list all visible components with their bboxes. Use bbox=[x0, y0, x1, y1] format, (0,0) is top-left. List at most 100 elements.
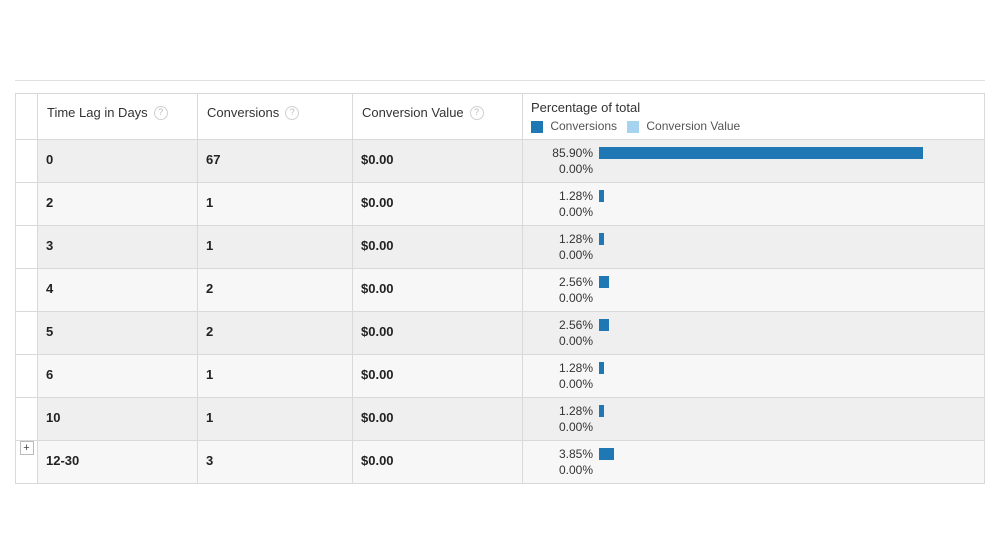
cell-conversion-value: $0.00 bbox=[353, 269, 523, 312]
col-time-lag-header[interactable]: Time Lag in Days ? bbox=[38, 94, 198, 140]
legend-item-conversions: Conversions bbox=[531, 119, 617, 133]
pct-label: 1.28% bbox=[531, 189, 593, 203]
pct-bar-track bbox=[599, 421, 976, 433]
cell-conversions: 1 bbox=[198, 183, 353, 226]
expand-cell bbox=[16, 226, 38, 269]
col-conversions-label: Conversions bbox=[207, 105, 279, 120]
expand-cell bbox=[16, 269, 38, 312]
pct-row: 2.56% bbox=[531, 318, 976, 332]
legend-label-conversion-value: Conversion Value bbox=[646, 119, 740, 133]
help-icon[interactable]: ? bbox=[154, 106, 168, 120]
cell-time-lag: 3 bbox=[38, 226, 198, 269]
bar-conversions bbox=[599, 405, 604, 417]
cell-time-lag: 5 bbox=[38, 312, 198, 355]
pct-label: 2.56% bbox=[531, 318, 593, 332]
pct-label: 85.90% bbox=[531, 146, 593, 160]
pct-bar-track bbox=[599, 405, 976, 417]
pct-row: 0.00% bbox=[531, 291, 976, 305]
pct-bar-track bbox=[599, 362, 976, 374]
cell-conversions: 1 bbox=[198, 398, 353, 441]
pct-bar-track bbox=[599, 147, 976, 159]
pct-label: 0.00% bbox=[531, 162, 593, 176]
col-time-lag-label: Time Lag in Days bbox=[47, 105, 148, 120]
expand-cell bbox=[16, 312, 38, 355]
bar-conversions bbox=[599, 448, 614, 460]
legend-swatch-conversions bbox=[531, 121, 543, 133]
cell-percentage: 2.56% 0.00% bbox=[523, 312, 985, 355]
bar-conversions bbox=[599, 362, 604, 374]
help-icon[interactable]: ? bbox=[470, 106, 484, 120]
table-row: 52$0.00 2.56% 0.00% bbox=[16, 312, 985, 355]
cell-percentage: 3.85% 0.00% bbox=[523, 441, 985, 484]
cell-time-lag: 4 bbox=[38, 269, 198, 312]
time-lag-report: Time Lag in Days ? Conversions ? Convers… bbox=[0, 0, 1000, 484]
pct-label: 1.28% bbox=[531, 361, 593, 375]
table-row: 61$0.001.28%0.00% bbox=[16, 355, 985, 398]
expand-cell bbox=[16, 398, 38, 441]
pct-row: 3.85% bbox=[531, 447, 976, 461]
cell-conversion-value: $0.00 bbox=[353, 355, 523, 398]
bar-conversions bbox=[599, 319, 609, 331]
legend-label-conversions: Conversions bbox=[550, 119, 617, 133]
cell-conversions: 1 bbox=[198, 226, 353, 269]
pct-label: 0.00% bbox=[531, 205, 593, 219]
cell-percentage: 1.28% 0.00% bbox=[523, 398, 985, 441]
cell-conversions: 2 bbox=[198, 269, 353, 312]
cell-time-lag: 10 bbox=[38, 398, 198, 441]
cell-conversion-value: $0.00 bbox=[353, 398, 523, 441]
expand-cell bbox=[16, 183, 38, 226]
cell-conversions: 1 bbox=[198, 355, 353, 398]
cell-percentage: 1.28% 0.00% bbox=[523, 226, 985, 269]
pct-bar-track bbox=[599, 378, 976, 390]
cell-conversion-value: $0.00 bbox=[353, 441, 523, 484]
table-row: 067$0.00 85.90% 0.00% bbox=[16, 140, 985, 183]
pct-row: 1.28% bbox=[531, 361, 976, 375]
col-pct-header: Percentage of total Conversions Conversi… bbox=[523, 94, 985, 140]
pct-label: 1.28% bbox=[531, 404, 593, 418]
bar-conversions bbox=[599, 233, 604, 245]
table-row: +12-303$0.003.85%0.00% bbox=[16, 441, 985, 484]
pct-label: 0.00% bbox=[531, 248, 593, 262]
pct-label: 2.56% bbox=[531, 275, 593, 289]
pct-row: 0.00% bbox=[531, 162, 976, 176]
pct-row: 2.56% bbox=[531, 275, 976, 289]
col-conversion-value-header[interactable]: Conversion Value ? bbox=[353, 94, 523, 140]
pct-label: 0.00% bbox=[531, 420, 593, 434]
cell-conversion-value: $0.00 bbox=[353, 312, 523, 355]
pct-bar-track bbox=[599, 448, 976, 460]
pct-row: 1.28% bbox=[531, 404, 976, 418]
pct-row: 0.00% bbox=[531, 334, 976, 348]
cell-time-lag: 12-30 bbox=[38, 441, 198, 484]
pct-row: 0.00% bbox=[531, 463, 976, 477]
pct-bar-track bbox=[599, 335, 976, 347]
pct-row: 0.00% bbox=[531, 205, 976, 219]
cell-conversions: 67 bbox=[198, 140, 353, 183]
pct-bar-track bbox=[599, 190, 976, 202]
pct-label: 0.00% bbox=[531, 291, 593, 305]
cell-conversion-value: $0.00 bbox=[353, 226, 523, 269]
expand-cell bbox=[16, 140, 38, 183]
cell-conversion-value: $0.00 bbox=[353, 140, 523, 183]
pct-row: 1.28% bbox=[531, 232, 976, 246]
pct-label: 0.00% bbox=[531, 334, 593, 348]
pct-bar-track bbox=[599, 276, 976, 288]
bar-conversions bbox=[599, 276, 609, 288]
cell-time-lag: 0 bbox=[38, 140, 198, 183]
table-row: 101$0.00 1.28% 0.00% bbox=[16, 398, 985, 441]
pct-label: 1.28% bbox=[531, 232, 593, 246]
pct-label: 0.00% bbox=[531, 377, 593, 391]
col-pct-title: Percentage of total bbox=[531, 100, 976, 115]
col-conversions-header[interactable]: Conversions ? bbox=[198, 94, 353, 140]
cell-conversions: 2 bbox=[198, 312, 353, 355]
pct-row: 1.28% bbox=[531, 189, 976, 203]
help-icon[interactable]: ? bbox=[285, 106, 299, 120]
expand-cell[interactable]: + bbox=[16, 441, 38, 484]
table-row: 21$0.001.28%0.00% bbox=[16, 183, 985, 226]
divider bbox=[15, 80, 985, 81]
table-row: 31$0.00 1.28% 0.00% bbox=[16, 226, 985, 269]
pct-row: 85.90% bbox=[531, 146, 976, 160]
pct-label: 3.85% bbox=[531, 447, 593, 461]
expand-row-button[interactable]: + bbox=[20, 441, 34, 455]
cell-percentage: 1.28% 0.00% bbox=[523, 183, 985, 226]
expand-cell bbox=[16, 355, 38, 398]
